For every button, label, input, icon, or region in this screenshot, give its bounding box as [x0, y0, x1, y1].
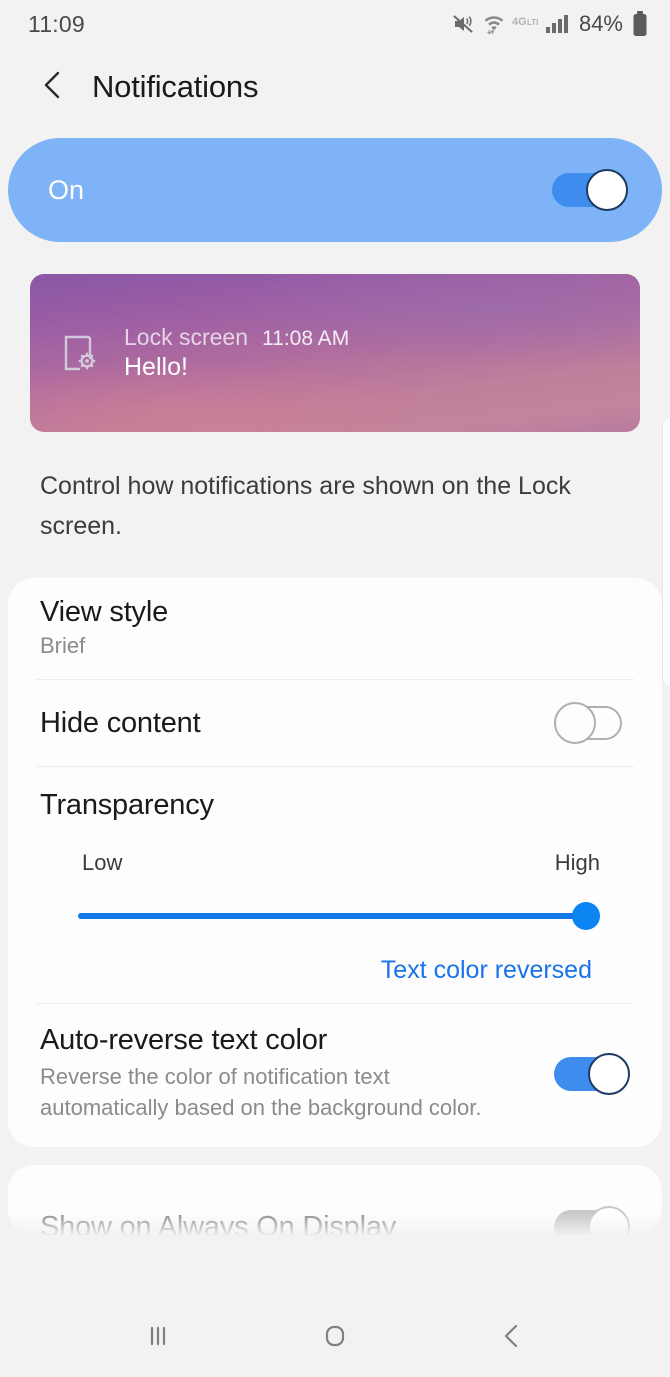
row-view-style-value: Brief [40, 633, 86, 658]
lock-screen-preview-card[interactable]: Lock screen 11:08 AM Hello! [30, 274, 640, 432]
system-nav-bar [0, 1299, 670, 1377]
auto-reverse-toggle[interactable] [554, 1052, 630, 1095]
row-auto-reverse-text: Auto-reverse text color Reverse the colo… [40, 1024, 510, 1123]
row-auto-reverse-subtitle: Reverse the color of notification text a… [40, 1064, 482, 1120]
text-color-reversed-link[interactable]: Text color reversed [40, 956, 592, 985]
status-clock: 11:09 [28, 10, 85, 37]
toggle-knob [588, 1052, 630, 1095]
master-switch-banner[interactable]: On [8, 138, 662, 242]
row-view-style-text: View style Brief [40, 596, 168, 659]
nav-recents-button[interactable] [123, 1308, 193, 1368]
preview-time: 11:08 AM [262, 327, 350, 350]
back-icon [497, 1321, 527, 1356]
device-settings-icon [56, 330, 102, 376]
wifi-icon [483, 12, 505, 36]
page-title: Notifications [92, 69, 259, 104]
slider-label-high: High [554, 850, 600, 875]
row-aod-text: Show on Always On Display [40, 1211, 396, 1236]
cellular-signal-icon [545, 12, 571, 36]
lte-4g-icon: 4G LTE [512, 14, 538, 34]
master-switch-toggle[interactable] [552, 169, 628, 211]
status-bar: 11:09 4G LTE [0, 0, 670, 48]
svg-text:LTE: LTE [527, 18, 538, 27]
lock-screen-preview-wrap: Lock screen 11:08 AM Hello! [30, 274, 640, 432]
preview-body-text: Hello! [124, 353, 188, 381]
recents-icon [143, 1321, 173, 1356]
chevron-left-icon [39, 70, 67, 105]
scroll-edge-indicator [662, 418, 670, 686]
row-aod-title: Show on Always On Display [40, 1210, 397, 1236]
slider-thumb[interactable] [572, 902, 600, 930]
status-icons-group: 4G LTE 84% [452, 11, 648, 37]
mute-vibrate-icon [452, 12, 476, 36]
toggle-knob [586, 169, 628, 211]
nav-back-button[interactable] [477, 1308, 547, 1368]
svg-text:4G: 4G [512, 16, 527, 28]
preview-app-name: Lock screen [124, 324, 249, 350]
row-view-style[interactable]: View style Brief [8, 578, 662, 679]
row-auto-reverse-text-color[interactable]: Auto-reverse text color Reverse the colo… [8, 1004, 662, 1147]
row-hide-content-text: Hide content [40, 706, 201, 740]
section-description: Control how notifications are shown on t… [40, 472, 571, 540]
battery-icon [632, 11, 648, 37]
always-on-display-toggle[interactable] [554, 1206, 630, 1235]
hide-content-toggle[interactable] [554, 702, 630, 744]
toggle-knob [554, 702, 596, 744]
transparency-slider[interactable] [78, 902, 600, 930]
preview-texts: Lock screen 11:08 AM Hello! [124, 324, 349, 382]
home-icon [319, 1320, 351, 1357]
row-hide-content[interactable]: Hide content [8, 680, 662, 766]
row-transparency: Transparency Low High Text color reverse… [8, 767, 662, 1003]
row-show-on-always-on-display[interactable]: Show on Always On Display [8, 1165, 662, 1235]
settings-card-primary: View style Brief Hide content Transparen… [8, 578, 662, 1147]
row-hide-content-title: Hide content [40, 706, 201, 739]
nav-home-button[interactable] [300, 1308, 370, 1368]
slider-rail [78, 913, 586, 919]
app-header: Notifications [0, 48, 670, 126]
preview-headline: Lock screen 11:08 AM [124, 324, 349, 351]
settings-card-secondary: Show on Always On Display [8, 1165, 662, 1235]
settings-scroll-area[interactable]: On Lock screen 11:08 AM Hello! Control h… [0, 126, 670, 1377]
battery-percent-label: 84% [578, 11, 623, 36]
toggle-knob [588, 1206, 630, 1235]
row-view-style-title: View style [40, 596, 169, 628]
row-transparency-title: Transparency [40, 789, 214, 821]
master-switch-label: On [48, 174, 85, 205]
row-auto-reverse-title: Auto-reverse text color [40, 1024, 328, 1056]
transparency-slider-labels: Low High [82, 850, 600, 876]
slider-label-low: Low [82, 850, 123, 875]
back-button[interactable] [36, 70, 70, 104]
